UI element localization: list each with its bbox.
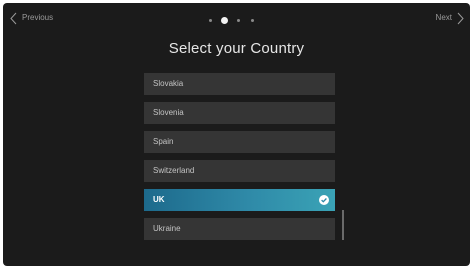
country-label: Ukraine: [153, 224, 181, 233]
country-label: UK: [153, 195, 165, 204]
next-button[interactable]: Next: [436, 12, 464, 25]
next-label: Next: [435, 12, 452, 22]
chevron-left-icon: [10, 12, 17, 25]
country-list: Slovakia Slovenia Spain Switzerland UK U…: [144, 73, 335, 247]
country-item-switzerland[interactable]: Switzerland: [144, 160, 335, 182]
country-label: Slovakia: [153, 79, 184, 88]
country-item-slovakia[interactable]: Slovakia: [144, 73, 335, 95]
country-label: Slovenia: [153, 108, 184, 117]
country-label: Switzerland: [153, 166, 195, 175]
check-circle-icon: [319, 195, 329, 205]
previous-label: Previous: [22, 12, 54, 22]
country-item-uk-selected[interactable]: UK: [144, 189, 335, 211]
previous-button[interactable]: Previous: [10, 12, 53, 25]
page-title: Select your Country: [168, 40, 305, 57]
list-scrollbar[interactable]: [342, 210, 344, 240]
page-indicator: [209, 17, 265, 24]
country-item-slovenia[interactable]: Slovenia: [144, 102, 335, 124]
country-label: Spain: [153, 137, 174, 146]
page-dot-3: [237, 19, 240, 22]
page-dot-1: [209, 19, 212, 22]
page-dot-4: [251, 19, 254, 22]
country-item-spain[interactable]: Spain: [144, 131, 335, 153]
chevron-right-icon: [457, 12, 464, 25]
page-dot-2-active: [221, 17, 228, 24]
country-item-ukraine[interactable]: Ukraine: [144, 218, 335, 240]
setup-screen: Previous Next Select your Country Slovak…: [3, 3, 470, 266]
